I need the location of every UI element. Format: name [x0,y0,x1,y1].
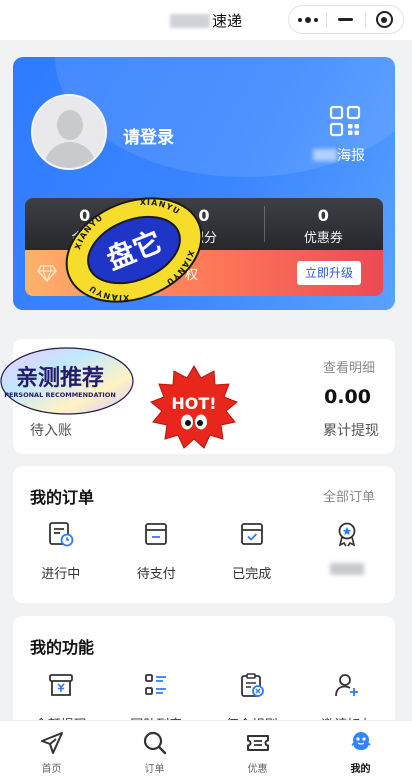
tab-label: 优惠 [247,764,268,775]
diamond-icon [37,265,57,283]
title-bar: 速递 [0,0,412,40]
tab-label: 我的 [350,764,371,775]
minimize-icon [338,18,354,21]
tab-discounts[interactable]: 优惠 [206,721,309,778]
search-icon [143,731,166,755]
tab-orders[interactable]: 订单 [103,721,206,778]
redacted-title-prefix [169,14,210,28]
tested-sticker-subtitle: PERSONAL RECOMMENDATION [4,391,116,399]
app-title-text: 速递 [211,12,242,30]
order-status-review[interactable] [300,520,396,582]
order-status-label: 进行中 [41,567,81,582]
close-button[interactable] [366,6,403,33]
login-link[interactable]: 请登录 [123,123,174,148]
tab-label: 首页 [41,764,62,775]
award-icon [338,522,356,547]
tab-label: 订单 [144,764,165,775]
more-dots-icon [297,16,318,23]
order-status-in-progress[interactable]: 进行中 [13,520,109,582]
view-details-link[interactable]: 查看明细 [323,357,375,376]
close-target-icon [375,11,393,28]
mini-program-capsule [288,5,404,34]
tested-recommend-sticker: 亲测推荐 PERSONAL RECOMMENDATION [0,347,134,415]
orders-card: 我的订单 全部订单 进行中 待支付 已完成 [13,466,395,603]
invite-icon [335,674,359,697]
withdrawn-amount: 0.00 [324,386,371,408]
order-status-label: 待支付 [136,567,176,582]
upgrade-button[interactable]: 立即升级 [296,261,361,285]
order-status-unpaid[interactable]: 待支付 [109,520,205,582]
minimize-button[interactable] [327,6,364,33]
redacted-poster-prefix [313,149,337,161]
hot-sticker: HOT! [150,365,238,449]
send-icon [40,732,63,754]
poster-label: 海报 [337,148,365,164]
order-status-label: 已完成 [232,567,272,582]
order-status-done[interactable]: 已完成 [204,520,300,582]
rules-icon [240,673,264,697]
order-done-icon [240,523,263,545]
orders-grid: 进行中 待支付 已完成 [13,520,395,582]
mascot-icon [350,732,371,750]
avatar[interactable] [31,94,107,170]
qr-code-icon[interactable] [329,105,361,137]
stat-label: 优惠券 [303,231,343,246]
order-unpaid-icon [145,523,168,545]
withdraw-icon [48,674,73,696]
poster-link[interactable]: 海报 [313,145,365,165]
functions-card: 我的功能 余额提现 团队列表 [13,616,395,736]
stat-value: 0 [317,206,329,225]
pending-label: 待入账 [30,423,72,439]
list-icon [145,674,167,695]
hot-sticker-text: HOT! [171,394,216,413]
bottom-tab-bar: 首页 订单 优惠 我的 [0,720,412,778]
order-status-label-redacted [300,563,396,578]
all-orders-link[interactable]: 全部订单 [323,486,375,505]
tested-sticker-title: 亲测推荐 [16,365,104,391]
pan-ta-sticker: 盘它 XIANYU XIANYU XIANYU XIANYU [65,197,203,303]
ticket-icon [246,735,269,751]
order-progress-icon [48,522,74,547]
more-button[interactable] [289,6,326,33]
withdrawn-label: 累计提现 [323,423,379,439]
functions-title: 我的功能 [30,638,95,657]
tab-mine[interactable]: 我的 [309,721,412,778]
stat-coupons[interactable]: 0 优惠券 [263,198,383,250]
orders-title: 我的订单 [30,488,95,507]
tab-home[interactable]: 首页 [0,721,103,778]
